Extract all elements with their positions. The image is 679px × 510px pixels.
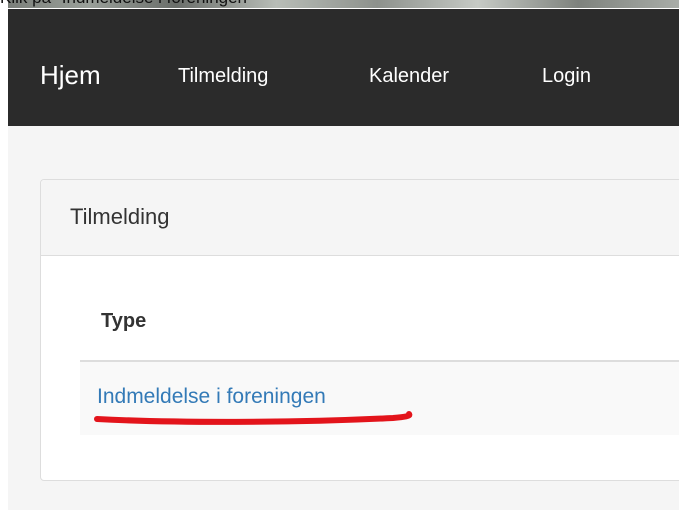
nav-link-tilmelding[interactable]: Tilmelding — [178, 63, 268, 89]
panel-heading: Tilmelding — [41, 180, 679, 256]
nav-link-kalender[interactable]: Kalender — [369, 63, 449, 89]
tutorial-caption: Klik på "Indmeldelse i foreningen" — [0, 0, 253, 8]
panel-title: Tilmelding — [70, 204, 170, 229]
indmeldelse-link[interactable]: Indmeldelse i foreningen — [97, 383, 326, 411]
tutorial-caption-strip: Klik på "Indmeldelse i foreningen" — [0, 0, 679, 8]
table-header-type: Type — [101, 310, 147, 332]
nav-brand-home[interactable]: Hjem — [40, 59, 101, 91]
tilmelding-panel: Tilmelding Type Indmeldelse i foreningen — [40, 179, 679, 481]
nav-link-login[interactable]: Login — [542, 63, 591, 89]
table-row: Indmeldelse i foreningen — [80, 362, 679, 435]
red-highlight-underline — [94, 411, 413, 425]
top-navbar: Hjem Tilmelding Kalender Login — [8, 9, 679, 126]
